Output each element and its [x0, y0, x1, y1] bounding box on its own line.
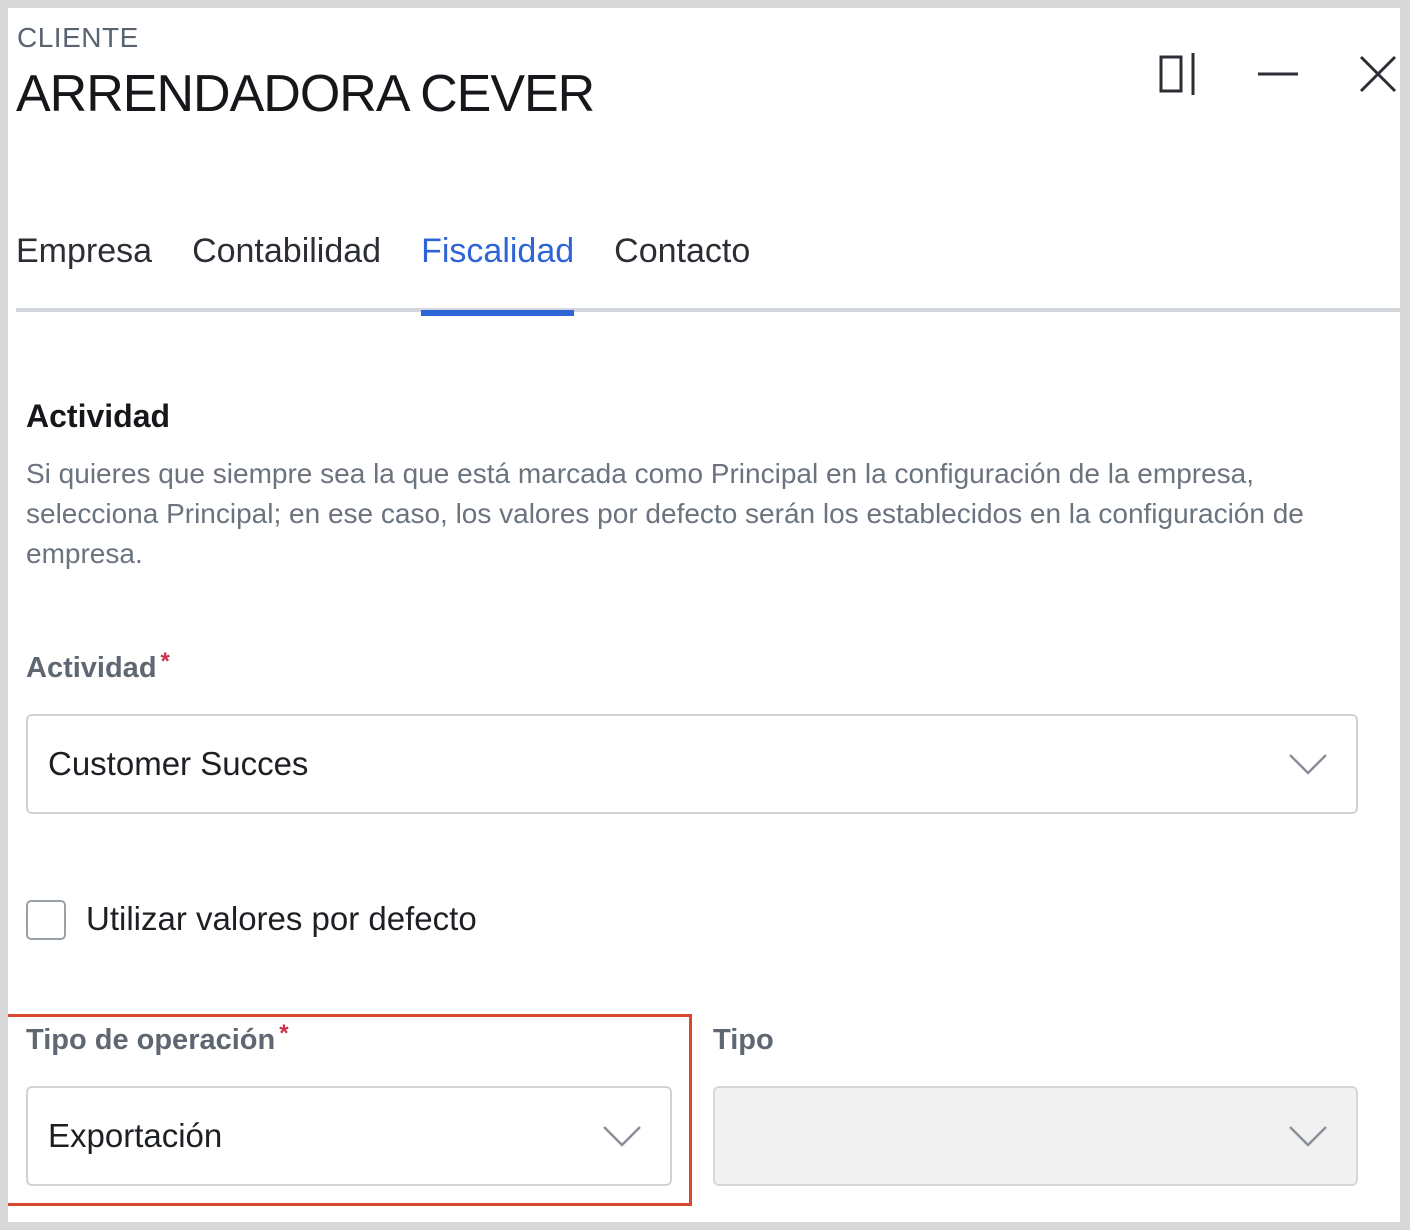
entity-type-label: CLIENTE: [17, 22, 139, 53]
split-view-button[interactable]: [1152, 48, 1204, 100]
required-mark: *: [279, 1020, 289, 1047]
minimize-icon: [1258, 72, 1298, 76]
page-title: ARRENDADORA CEVER: [16, 65, 595, 123]
close-button[interactable]: [1352, 48, 1400, 100]
tab-contabilidad[interactable]: Contabilidad: [192, 218, 381, 312]
default-values-checkbox-label[interactable]: Utilizar valores por defecto: [86, 900, 477, 938]
actividad-select[interactable]: Customer Succes: [26, 714, 1358, 814]
chevron-down-icon: [1289, 754, 1327, 775]
client-panel: CLIENTE ARRENDADORA CEVER Empresa Contab…: [8, 8, 1400, 1222]
minimize-button[interactable]: [1252, 48, 1304, 100]
tipo-operacion-label-text: Tipo de operación: [26, 1024, 276, 1056]
split-view-icon: [1159, 53, 1195, 95]
tab-fiscalidad[interactable]: Fiscalidad: [421, 218, 575, 316]
tipo-operacion-label: Tipo de operación *: [26, 1020, 289, 1057]
default-values-checkbox[interactable]: [26, 900, 66, 940]
tipo-label: Tipo: [713, 1024, 774, 1056]
section-title: Actividad: [26, 398, 171, 434]
section-description: Si quieres que siempre sea la que está m…: [26, 458, 1304, 569]
actividad-select-value: Customer Succes: [48, 745, 309, 782]
chevron-down-icon: [1289, 1126, 1327, 1147]
tipo-select[interactable]: [713, 1086, 1358, 1186]
tipo-operacion-select[interactable]: Exportación: [26, 1086, 672, 1186]
chevron-down-icon: [603, 1126, 641, 1147]
tab-bar: Empresa Contabilidad Fiscalidad Contacto: [16, 218, 1400, 316]
tipo-operacion-select-value: Exportación: [48, 1117, 223, 1154]
close-icon: [1359, 55, 1397, 93]
actividad-label: Actividad *: [26, 648, 170, 685]
actividad-label-text: Actividad: [26, 652, 157, 684]
required-mark: *: [160, 648, 170, 675]
tab-contacto[interactable]: Contacto: [614, 218, 750, 312]
tab-empresa[interactable]: Empresa: [16, 218, 152, 312]
